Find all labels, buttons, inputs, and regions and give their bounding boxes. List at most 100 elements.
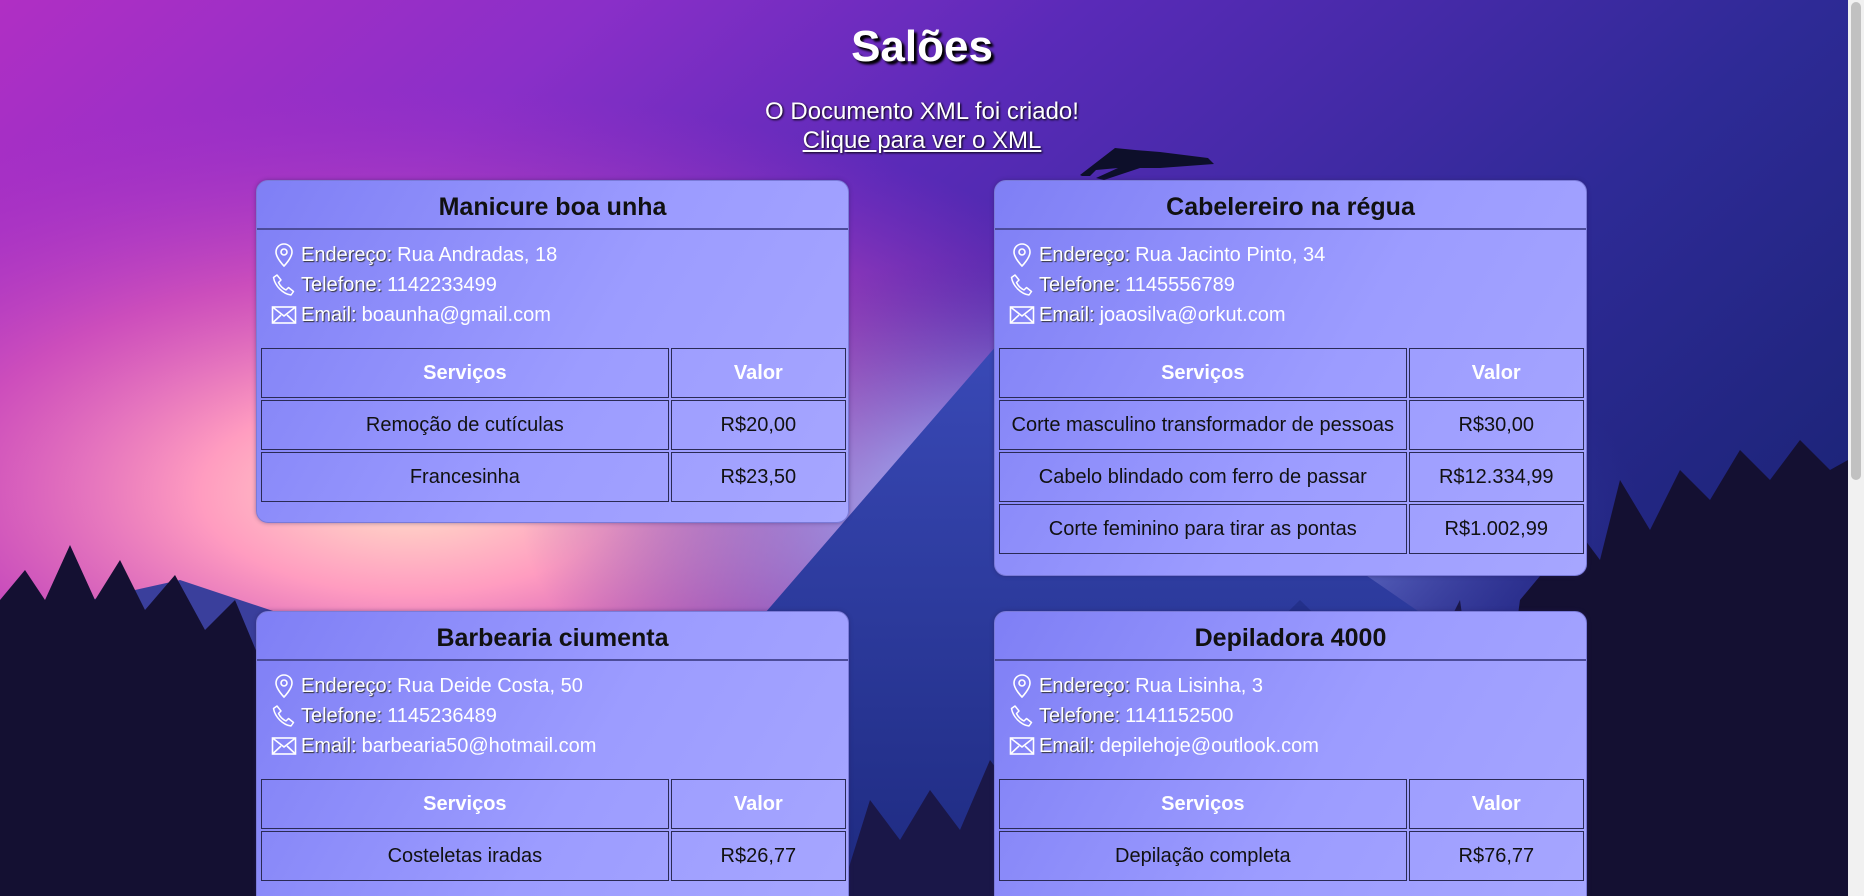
salon-info: Endereço: Rua Andradas, 18 Telefone: 114… (257, 230, 848, 346)
table-row: Francesinha R$23,50 (261, 452, 846, 502)
salon-card: Manicure boa unha Endereço: Rua Andradas… (256, 180, 849, 523)
phone-label: Telefone: (1039, 273, 1121, 296)
services-column-header: Serviços (999, 348, 1407, 398)
email-row: Email: boaunha@gmail.com (270, 300, 848, 330)
email-label: Email: (1039, 303, 1095, 326)
table-row: Cabelo blindado com ferro de passar R$12… (999, 452, 1584, 502)
envelope-icon (270, 302, 297, 329)
phone-icon (270, 272, 297, 299)
salon-name: Cabelereiro na régua (995, 181, 1586, 230)
phone-label: Telefone: (1039, 704, 1121, 727)
table-row: Depilação completa R$76,77 (999, 831, 1584, 881)
email-value: barbearia50@hotmail.com (361, 734, 597, 757)
email-value: depilehoje@outlook.com (1099, 734, 1319, 757)
phone-row: Telefone: 1145236489 (270, 701, 848, 731)
email-row: Email: joaosilva@orkut.com (1008, 300, 1586, 330)
table-header-row: Serviços Valor (261, 779, 846, 829)
phone-row: Telefone: 1145556789 (1008, 270, 1586, 300)
phone-value: 1141152500 (1125, 704, 1234, 727)
table-row: Corte feminino para tirar as pontas R$1.… (999, 504, 1584, 554)
service-name-cell: Francesinha (261, 452, 669, 502)
table-row: Remoção de cutículas R$20,00 (261, 400, 846, 450)
scrollbar-thumb[interactable] (1851, 2, 1861, 480)
address-row: Endereço: Rua Deide Costa, 50 (270, 671, 848, 701)
address-value: Rua Lisinha, 3 (1135, 674, 1264, 697)
services-column-header: Serviços (261, 779, 669, 829)
services-table: Serviços Valor Depilação completa R$76,7… (997, 777, 1586, 883)
salon-name: Barbearia ciumenta (257, 612, 848, 661)
location-pin-icon (270, 242, 297, 269)
envelope-icon (1008, 302, 1035, 329)
table-header-row: Serviços Valor (999, 779, 1584, 829)
address-value: Rua Jacinto Pinto, 34 (1135, 243, 1326, 266)
page-content: Salões O Documento XML foi criado! Cliqu… (0, 0, 1848, 896)
service-value-cell: R$20,00 (670, 400, 846, 450)
value-column-header: Valor (670, 779, 846, 829)
service-name-cell: Remoção de cutículas (261, 400, 669, 450)
salon-card: Barbearia ciumenta Endereço: Rua Deide C… (256, 611, 849, 896)
address-label: Endereço: (1039, 674, 1131, 697)
service-name-cell: Corte feminino para tirar as pontas (999, 504, 1407, 554)
address-label: Endereço: (1039, 243, 1131, 266)
email-label: Email: (301, 734, 357, 757)
service-value-cell: R$26,77 (670, 831, 846, 881)
salon-name: Manicure boa unha (257, 181, 848, 230)
services-column-header: Serviços (261, 348, 669, 398)
location-pin-icon (1008, 242, 1035, 269)
phone-value: 1142233499 (387, 273, 497, 296)
table-header-row: Serviços Valor (261, 348, 846, 398)
address-label: Endereço: (301, 243, 393, 266)
email-value: joaosilva@orkut.com (1099, 303, 1286, 326)
salon-info: Endereço: Rua Lisinha, 3 Telefone: 11411… (995, 661, 1586, 777)
address-row: Endereço: Rua Andradas, 18 (270, 240, 848, 270)
location-pin-icon (1008, 673, 1035, 700)
email-label: Email: (1039, 734, 1095, 757)
email-row: Email: depilehoje@outlook.com (1008, 731, 1586, 761)
services-column-header: Serviços (999, 779, 1407, 829)
email-label: Email: (301, 303, 357, 326)
service-value-cell: R$76,77 (1408, 831, 1584, 881)
phone-label: Telefone: (301, 273, 383, 296)
table-row: Corte masculino transformador de pessoas… (999, 400, 1584, 450)
service-value-cell: R$30,00 (1408, 400, 1584, 450)
address-row: Endereço: Rua Lisinha, 3 (1008, 671, 1586, 701)
service-value-cell: R$1.002,99 (1408, 504, 1584, 554)
phone-label: Telefone: (301, 704, 383, 727)
salon-card: Cabelereiro na régua Endereço: Rua Jacin… (994, 180, 1587, 576)
service-name-cell: Cabelo blindado com ferro de passar (999, 452, 1407, 502)
salon-info: Endereço: Rua Jacinto Pinto, 34 Telefone… (995, 230, 1586, 346)
services-table: Serviços Valor Costeletas iradas R$26,77 (259, 777, 848, 883)
vertical-scrollbar[interactable] (1848, 0, 1864, 896)
address-value: Rua Andradas, 18 (397, 243, 558, 266)
phone-icon (270, 703, 297, 730)
phone-value: 1145236489 (387, 704, 497, 727)
services-table: Serviços Valor Remoção de cutículas R$20… (259, 346, 848, 504)
envelope-icon (1008, 733, 1035, 760)
value-column-header: Valor (1408, 779, 1584, 829)
view-xml-link[interactable]: Clique para ver o XML (803, 127, 1042, 154)
service-value-cell: R$12.334,99 (1408, 452, 1584, 502)
phone-icon (1008, 703, 1035, 730)
phone-value: 1145556789 (1125, 273, 1235, 296)
service-value-cell: R$23,50 (670, 452, 846, 502)
phone-row: Telefone: 1141152500 (1008, 701, 1586, 731)
service-name-cell: Costeletas iradas (261, 831, 669, 881)
address-value: Rua Deide Costa, 50 (397, 674, 583, 697)
address-label: Endereço: (301, 674, 393, 697)
xml-created-message: O Documento XML foi criado! (765, 98, 1079, 125)
location-pin-icon (270, 673, 297, 700)
value-column-header: Valor (1408, 348, 1584, 398)
email-row: Email: barbearia50@hotmail.com (270, 731, 848, 761)
service-name-cell: Depilação completa (999, 831, 1407, 881)
email-value: boaunha@gmail.com (361, 303, 551, 326)
table-row: Costeletas iradas R$26,77 (261, 831, 846, 881)
address-row: Endereço: Rua Jacinto Pinto, 34 (1008, 240, 1586, 270)
page-title: Salões (851, 22, 993, 71)
envelope-icon (270, 733, 297, 760)
xml-link-container: Clique para ver o XML (0, 127, 1844, 155)
salon-card: Depiladora 4000 Endereço: Rua Lisinha, 3… (994, 611, 1587, 896)
phone-icon (1008, 272, 1035, 299)
salon-info: Endereço: Rua Deide Costa, 50 Telefone: … (257, 661, 848, 777)
salon-name: Depiladora 4000 (995, 612, 1586, 661)
service-name-cell: Corte masculino transformador de pessoas (999, 400, 1407, 450)
